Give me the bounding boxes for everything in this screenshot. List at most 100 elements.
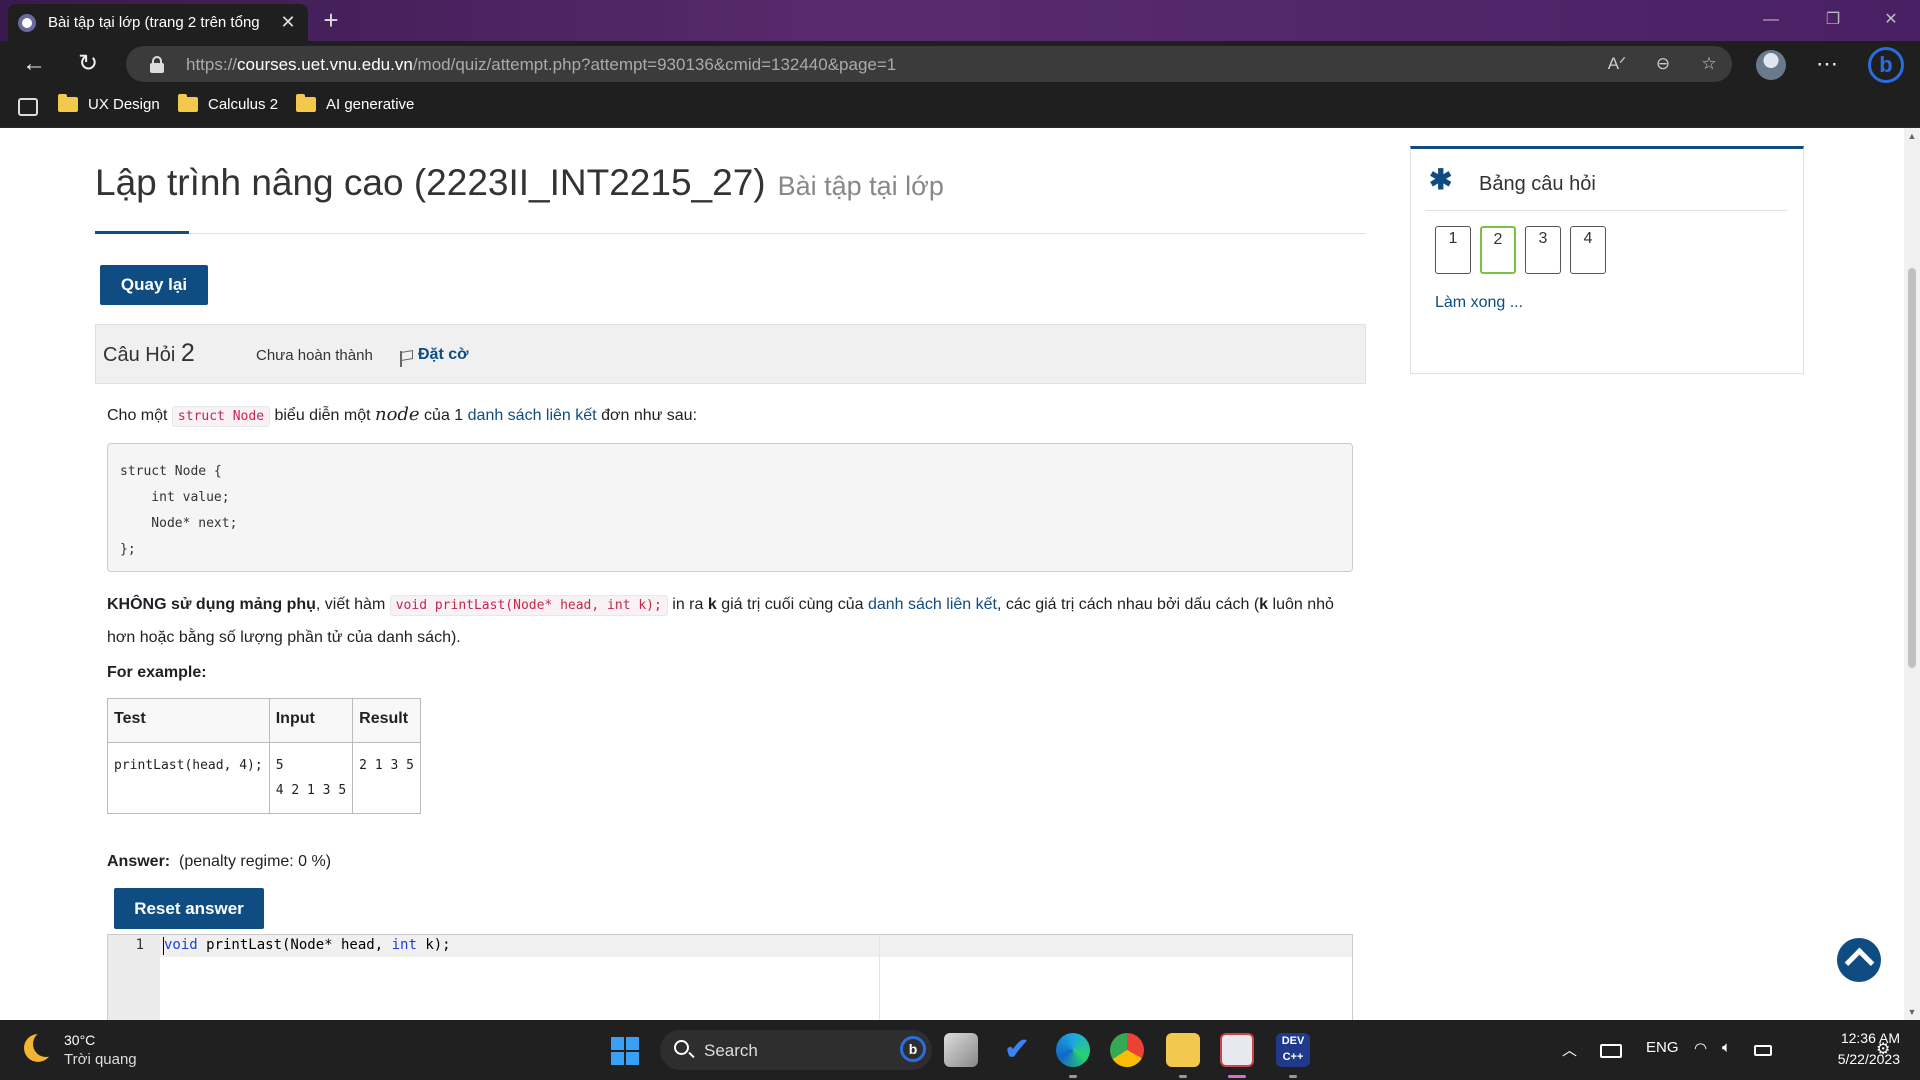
example-label: For example: [107, 664, 207, 681]
url-text: https://courses.uet.vnu.edu.vn/mod/quiz/… [186, 55, 897, 74]
folder-icon [58, 94, 78, 112]
table-row: printLast(head, 4); 5 4 2 1 3 5 2 1 3 5 [107, 742, 421, 814]
table-cell: 2 1 3 5 [352, 742, 421, 814]
lock-icon [150, 56, 164, 73]
snipping-tool-icon[interactable] [1220, 1033, 1254, 1067]
finish-attempt-link[interactable]: Làm xong ... [1435, 294, 1523, 312]
more-menu-icon[interactable]: ⋯ [1810, 49, 1844, 81]
title-accent-bar [95, 231, 189, 234]
linked-list-link[interactable]: danh sách liên kết [868, 596, 997, 613]
table-header: Result [352, 698, 421, 743]
minimize-icon[interactable]: — [1748, 6, 1794, 34]
page-subtitle: Bài tập tại lớp [777, 171, 944, 201]
task-description: KHÔNG sử dụng mảng phụ, viết hàm void pr… [107, 595, 1334, 646]
browser-toolbar: ← ↻ https://courses.uet.vnu.edu.vn/mod/q… [0, 41, 1920, 88]
quiz-navigation-block: ✱ Bảng câu hỏi 1 2 3 4 Làm xong ... [1410, 146, 1804, 374]
refresh-icon[interactable]: ↻ [72, 49, 104, 81]
table-cell: 5 4 2 1 3 5 [268, 742, 354, 814]
question-number: Câu Hỏi 2 [103, 339, 195, 367]
back-arrow-icon[interactable]: ← [18, 49, 50, 81]
question-nav-button-1[interactable]: 1 [1435, 226, 1471, 274]
address-bar[interactable]: https://courses.uet.vnu.edu.vn/mod/quiz/… [126, 46, 1732, 82]
browser-tab[interactable]: Bài tập tại lớp (trang 2 trên tổng ✕ [8, 4, 308, 41]
page-scrollbar[interactable]: ▲ ▼ [1904, 128, 1920, 1020]
windows-taskbar: 30°C Trời quang Search b ✔ DEV C++ ︿ ENG … [0, 1020, 1920, 1080]
app-active-indicator [1228, 1075, 1246, 1078]
code-block: struct Node { int value; Node* next; }; [107, 443, 1353, 572]
notification-gear-icon[interactable]: ⚙ [1876, 1039, 1890, 1059]
tab-actions-icon[interactable] [18, 98, 38, 116]
wifi-icon[interactable]: ◠ [1694, 1039, 1707, 1057]
back-to-top-icon[interactable] [1837, 938, 1881, 982]
math-term: node [374, 404, 420, 425]
edge-browser-icon[interactable] [1056, 1033, 1090, 1067]
search-placeholder: Search [704, 1041, 758, 1060]
bing-search-icon[interactable]: b [900, 1036, 926, 1062]
answer-label: Answer: (penalty regime: 0 %) [107, 853, 332, 870]
language-indicator[interactable]: ENG [1646, 1039, 1679, 1056]
editor-gutter: 1 [108, 935, 160, 1020]
new-tab-icon[interactable]: + [316, 6, 346, 36]
quiz-navigation-title: Bảng câu hỏi [1479, 173, 1596, 195]
folder-icon [178, 94, 198, 112]
table-header: Test [107, 698, 270, 743]
app-running-indicator [1179, 1075, 1187, 1078]
devcpp-icon[interactable]: DEV C++ [1276, 1033, 1310, 1067]
close-window-icon[interactable]: ✕ [1868, 6, 1914, 34]
title-divider [95, 233, 1366, 234]
keyboard-icon[interactable] [1600, 1044, 1622, 1058]
table-cell: printLast(head, 4); [107, 742, 270, 814]
volume-icon[interactable]: 🔈︎ [1722, 1039, 1731, 1056]
chevron-up-icon[interactable]: ︿ [1562, 1039, 1577, 1060]
linked-list-link[interactable]: danh sách liên kết [468, 407, 597, 424]
weather-temperature[interactable]: 30°C [64, 1032, 95, 1048]
restore-icon[interactable]: ❐ [1810, 6, 1856, 34]
weather-description[interactable]: Trời quang [64, 1051, 137, 1068]
question-nav-button-4[interactable]: 4 [1570, 226, 1606, 274]
page-title: Lập trình nâng cao (2223II_INT2215_27) Bà… [95, 162, 944, 203]
scroll-thumb[interactable] [1908, 268, 1916, 668]
question-nav-button-3[interactable]: 3 [1525, 226, 1561, 274]
question-header: Câu Hỏi 2 Chưa hoàn thành Đặt cờ [95, 324, 1366, 384]
editor-code-line[interactable]: void printLast(Node* head, int k); [164, 937, 451, 953]
bookmark-ai-generative[interactable]: AI generative [296, 94, 414, 113]
bookmark-calculus-2[interactable]: Calculus 2 [178, 94, 278, 113]
profile-avatar[interactable] [1756, 50, 1786, 80]
reset-answer-button[interactable]: Reset answer [114, 888, 264, 929]
code-editor[interactable]: 1 void printLast(Node* head, int k); [107, 934, 1353, 1020]
text-cursor [163, 937, 164, 955]
scroll-up-icon[interactable]: ▲ [1904, 128, 1920, 144]
line-number: 1 [135, 937, 144, 953]
close-tab-icon[interactable]: ✕ [278, 12, 298, 33]
file-explorer-icon[interactable] [1166, 1033, 1200, 1067]
search-icon [674, 1040, 689, 1055]
app-running-indicator [1069, 1075, 1077, 1078]
todo-check-icon[interactable]: ✔ [1000, 1033, 1034, 1067]
question-state: Chưa hoàn thành [256, 347, 373, 364]
bookmark-ux-design[interactable]: UX Design [58, 94, 160, 113]
flag-question-link[interactable]: Đặt cờ [418, 346, 469, 364]
block-divider [1425, 210, 1787, 211]
bing-icon[interactable]: b [1868, 47, 1904, 83]
folder-icon [296, 94, 316, 112]
inline-code: struct Node [171, 406, 271, 427]
question-intro: Cho một struct Node biểu diễn một node c… [107, 404, 698, 427]
read-aloud-icon[interactable]: Aᐟ [1604, 52, 1630, 76]
chrome-icon[interactable] [1110, 1033, 1144, 1067]
zoom-icon[interactable]: ⊖ [1650, 52, 1676, 76]
favorite-star-icon[interactable]: ☆ [1696, 52, 1722, 76]
task-view-icon[interactable] [944, 1033, 978, 1067]
tab-title: Bài tập tại lớp (trang 2 trên tổng [48, 14, 260, 31]
asterisk-icon: ✱ [1429, 164, 1453, 195]
back-button[interactable]: Quay lại [100, 265, 208, 305]
browser-title-bar: Bài tập tại lớp (trang 2 trên tổng ✕ + —… [0, 0, 1920, 41]
battery-icon[interactable] [1754, 1045, 1772, 1056]
taskbar-search[interactable]: Search b [660, 1030, 932, 1070]
flag-icon[interactable] [399, 349, 413, 367]
windows-start-icon[interactable] [611, 1037, 639, 1065]
code-block-text: struct Node { int value; Node* next; }; [120, 464, 238, 557]
inline-code: void printLast(Node* head, int k); [389, 595, 668, 616]
scroll-down-icon[interactable]: ▼ [1904, 1004, 1920, 1020]
question-nav-button-2[interactable]: 2 [1480, 226, 1516, 274]
moon-weather-icon[interactable] [24, 1031, 59, 1062]
